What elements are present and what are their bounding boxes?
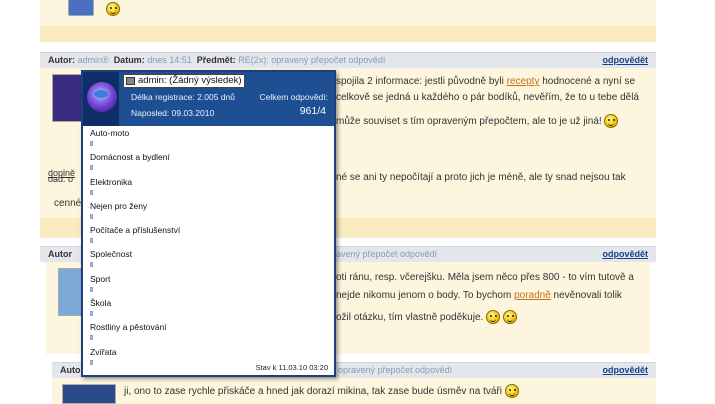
post-separator <box>40 26 656 42</box>
category-item: Nejen pro ženy <box>83 199 334 223</box>
user-avatar <box>83 72 119 126</box>
category-bar <box>90 238 93 244</box>
post-line: ji, ono to zase rychle přiskáče a hned j… <box>124 384 519 400</box>
category-bar <box>90 213 93 219</box>
author-name[interactable]: admin® <box>78 55 109 65</box>
post-line: oti ránu, resp. včerejšku. Měla jsem něc… <box>336 272 634 283</box>
category-item: Společnost <box>83 247 334 271</box>
reply-link[interactable]: odpovědět <box>602 53 648 68</box>
status-timestamp: Stav k 11.03.10 03:20 <box>255 363 328 372</box>
post-line: nejde nikomu jenom o body. To bychom por… <box>336 290 622 301</box>
post-line: celkově se jedná u každého o pár bodíků,… <box>336 92 639 103</box>
category-bar <box>90 311 93 317</box>
reply-link[interactable]: odpovědět <box>602 363 648 378</box>
post-subject: opravený přepočet odpovědí <box>338 365 453 375</box>
alien-avatar-icon <box>87 82 117 112</box>
post-line: né se ani ty nepočítají a proto jich je … <box>336 172 626 183</box>
post-subject: RE(2x): opravený přepočet odpovědí <box>238 55 386 65</box>
user-info-popup: admin: (Žádný výsledek) Délka registrace… <box>81 70 336 377</box>
author-label: Autor: <box>48 55 75 65</box>
post-line: ožil otázku, tím vlastně poděkuje. <box>336 308 517 328</box>
category-item: Rostliny a pěstování <box>83 320 334 344</box>
smiley-icon <box>106 2 120 16</box>
category-item: Elektronika <box>83 175 334 199</box>
recipes-link[interactable]: recepty <box>507 76 540 87</box>
author-label: Autor <box>48 249 72 259</box>
category-item: Počítače a příslušenství <box>83 223 334 247</box>
subject-label: Předmět: <box>196 55 236 65</box>
category-item: Auto-moto <box>83 126 334 150</box>
date-label: Datum: <box>113 55 145 65</box>
category-bar <box>90 359 93 365</box>
post-body: ji, ono to zase rychle přiskáče a hned j… <box>52 378 656 404</box>
smiley-icon <box>502 310 517 325</box>
category-item: Škola <box>83 296 334 320</box>
username: admin: (Žádný výsledek) <box>138 75 242 86</box>
category-bar <box>90 165 93 171</box>
post-line: může souviset s tím opraveným přepočtem,… <box>336 112 619 132</box>
smiley-icon <box>486 310 501 325</box>
category-bar <box>90 335 93 341</box>
user-avatar <box>62 384 116 404</box>
user-avatar <box>68 0 94 16</box>
username-box: admin: (Žádný výsledek) <box>123 74 246 88</box>
reply-link[interactable]: odpovědět <box>602 247 648 262</box>
category-item: Domácnost a bydlení <box>83 150 334 174</box>
total-answers-label: Celkem odpovědí: <box>259 92 328 102</box>
post-fragment: dad. o <box>48 174 74 184</box>
user-icon <box>126 77 135 85</box>
post-fragment: cenné <box>54 198 82 209</box>
advice-link[interactable]: poradně <box>514 290 551 301</box>
category-list: Auto-moto Domácnost a bydlení Elektronik… <box>83 126 334 369</box>
registration-length: Délka registrace: 2.005 dnů <box>131 92 235 102</box>
post-header: Autor: admin® Datum: dnes 14:51 Předmět:… <box>40 52 656 68</box>
category-bar <box>90 262 93 268</box>
post-subject: avený přepočet odpovědí <box>336 249 438 259</box>
category-bar <box>90 286 93 292</box>
popup-header: admin: (Žádný výsledek) Délka registrace… <box>83 72 334 126</box>
post-date: dnes 14:51 <box>147 55 192 65</box>
total-answers-value: 961/4 <box>299 105 326 117</box>
category-bar <box>90 141 93 146</box>
category-bar <box>90 189 93 195</box>
previous-post-footer <box>40 0 656 26</box>
category-item: Sport <box>83 272 334 296</box>
last-visit: Naposled: 09.03.2010 <box>131 108 215 118</box>
smiley-icon <box>504 384 519 399</box>
smiley-icon <box>604 114 619 129</box>
